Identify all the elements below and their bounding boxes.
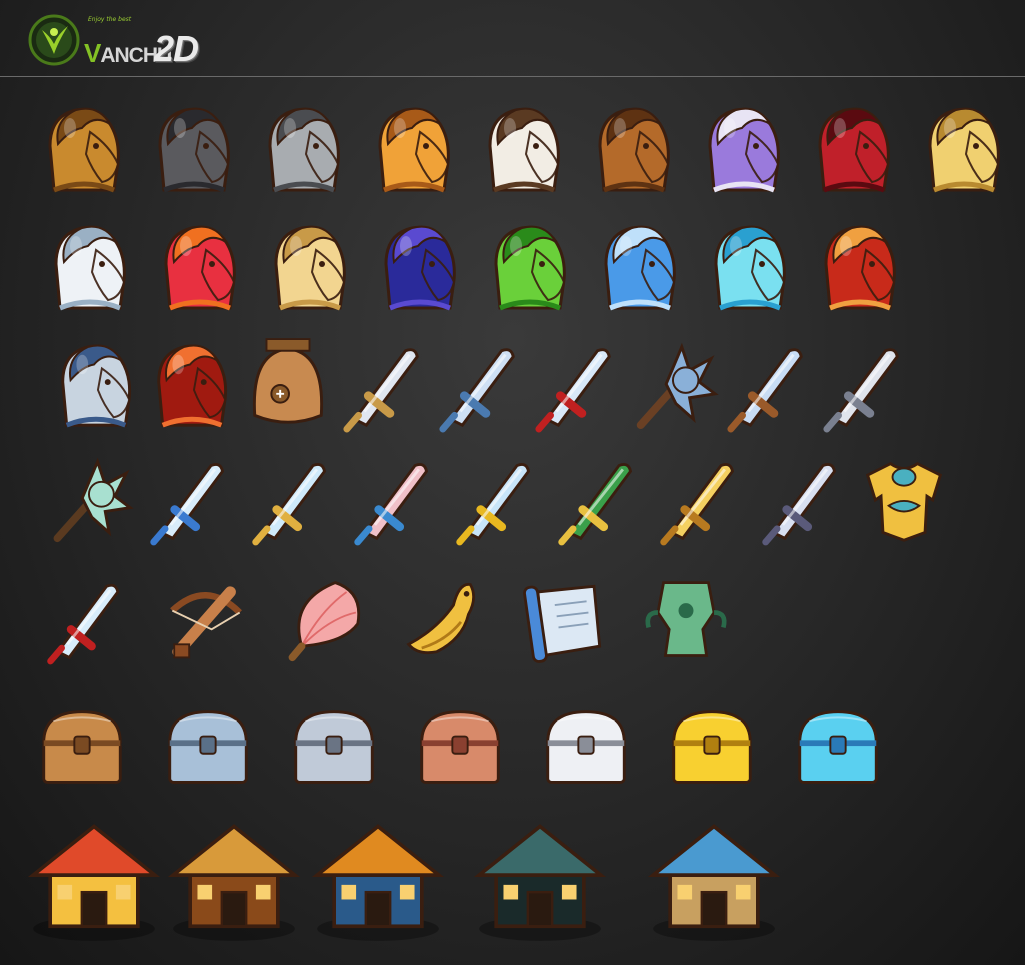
sword-gold-icon [660, 463, 735, 546]
horse-palomino-icon [274, 225, 346, 311]
glaive-blue-icon [252, 463, 327, 546]
chest-crystal-icon [798, 710, 878, 784]
logo-wordmark-v: V [84, 38, 101, 68]
header-divider [0, 76, 1025, 77]
scroll-icon [523, 584, 602, 663]
horse-skeleton-icon [61, 344, 132, 428]
edition-badge: 2D [154, 28, 199, 69]
feather-fan-icon [288, 581, 361, 662]
trident-icon [727, 348, 803, 433]
glaive-jade-icon [558, 463, 633, 546]
horse-green-icon [494, 225, 566, 311]
crossbow-icon [170, 586, 242, 659]
horse-white-brown-icon [488, 107, 560, 193]
building-cave-icon [311, 824, 445, 941]
sword-curved-icon [439, 348, 515, 433]
chest-stone-icon [168, 710, 248, 784]
sword-falchion-icon [343, 348, 419, 433]
horse-chestnut-icon [598, 107, 670, 193]
chest-wood-icon [42, 710, 122, 784]
building-market-icon [647, 824, 781, 941]
icon-grid [27, 107, 1000, 941]
club-ice-icon [53, 457, 134, 543]
mace-spiked-icon [636, 342, 719, 430]
building-tavern-icon [167, 824, 301, 941]
horse-navy-icon [384, 225, 456, 311]
horse-grey-icon [268, 107, 340, 193]
horse-purple-icon [708, 107, 780, 193]
jade-vessel-icon [645, 581, 727, 657]
sword-sabre-icon [762, 463, 837, 546]
horse-azure-icon [604, 225, 676, 311]
chest-gold-icon [672, 710, 752, 784]
building-fortress-icon [473, 824, 607, 941]
horse-golden-icon [928, 107, 1000, 193]
vanchu-logo-icon [28, 14, 80, 66]
dual-blades-icon [47, 583, 120, 665]
chest-silver-icon [546, 710, 626, 784]
horse-bay-icon [48, 107, 120, 193]
horse-crimson-icon [818, 107, 890, 193]
armor-gold-icon [865, 461, 943, 542]
chest-copper-icon [420, 710, 500, 784]
header-bar: Enjoy the best VANCHU 2D [0, 0, 1025, 78]
helmet-bronze-icon [252, 338, 324, 424]
sword-golden-guard-icon [456, 463, 531, 546]
icon-row-mounts-and-blades [61, 338, 899, 433]
icon-sheet [0, 80, 1025, 965]
horse-inferno-icon [157, 344, 228, 428]
horse-red-hare-icon [824, 225, 896, 311]
icon-row-horses-basic [48, 107, 1000, 193]
horse-flame-icon [164, 225, 236, 311]
icon-row-chests [42, 710, 878, 784]
logo-tagline: Enjoy the best [88, 16, 132, 23]
icon-row-buildings [27, 824, 781, 941]
sword-red-hilt-icon [535, 348, 611, 433]
sword-crystal-icon [150, 463, 225, 546]
building-temple-icon [27, 824, 161, 941]
icon-row-items [47, 581, 727, 665]
golden-bird-icon [406, 582, 475, 655]
icon-row-weapons [53, 457, 943, 546]
spear-steel-icon [823, 348, 899, 433]
sword-rose-icon [354, 463, 429, 546]
horse-ice-icon [714, 225, 786, 311]
horse-silver-icon [54, 225, 126, 311]
horse-orange-icon [378, 107, 450, 193]
icon-row-horses-rare [54, 225, 896, 311]
chest-iron-icon [294, 710, 374, 784]
horse-black-icon [158, 107, 230, 193]
